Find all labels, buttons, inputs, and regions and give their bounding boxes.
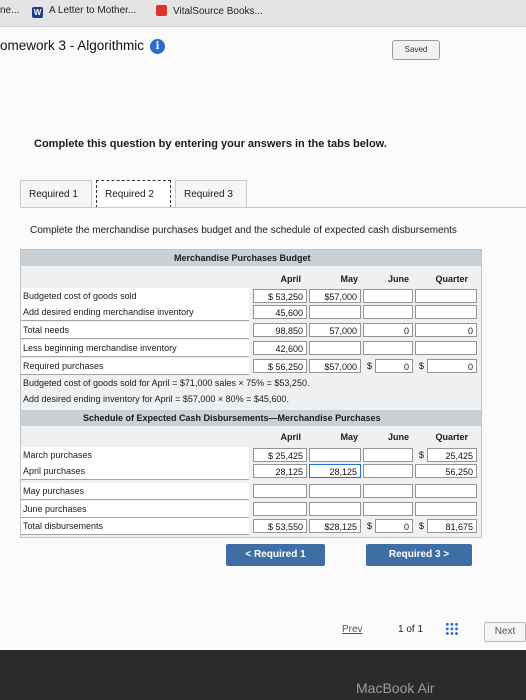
schedule-row-label: April purchases (23, 466, 86, 476)
budget-cell[interactable]: 0 (363, 323, 413, 337)
schedule-cell[interactable] (415, 502, 477, 516)
schedule-cell[interactable] (253, 484, 307, 498)
schedule-cell[interactable]: 28,125 (253, 464, 307, 478)
budget-cell[interactable] (363, 341, 413, 355)
next-required-button[interactable]: Required 3 > (366, 544, 472, 566)
dollar-sign: $ (419, 450, 425, 460)
schedule-row-label: May purchases (23, 486, 85, 496)
budget-cell[interactable]: 0 (415, 323, 477, 337)
budget-cell[interactable]: 0 (375, 359, 413, 373)
budget-cell[interactable]: 0 (427, 359, 477, 373)
schedule-cell[interactable] (309, 448, 361, 462)
budget-row-label: Less beginning merchandise inventory (23, 343, 177, 353)
schedule-cell[interactable] (253, 502, 307, 516)
grid-icon[interactable] (445, 622, 459, 636)
budget-title: Merchandise Purchases Budget (174, 253, 311, 263)
budget-row-label: Add desired ending merchandise inventory (23, 307, 194, 317)
schedule-col-quarter: Quarter (435, 432, 468, 442)
budget-cell[interactable]: 57,000 (309, 323, 361, 337)
schedule-cell[interactable]: 81,675 (427, 519, 477, 533)
budget-col-april: April (280, 274, 301, 284)
budget-row-label: Required purchases (23, 361, 104, 371)
budget-cell[interactable] (363, 289, 413, 303)
budget-table-area: Merchandise Purchases Budget April May J… (20, 249, 482, 538)
saved-indicator: Saved (392, 40, 440, 60)
schedule-cell[interactable] (363, 464, 413, 478)
vitalsource-icon (156, 5, 167, 16)
schedule-cell[interactable] (363, 448, 413, 462)
budget-col-june: June (387, 274, 409, 284)
tab-required-1[interactable]: Required 1 (20, 180, 92, 208)
page-indicator: 1 of 1 (398, 624, 424, 635)
tab-required-3[interactable]: Required 3 (175, 180, 247, 208)
schedule-cell[interactable] (363, 502, 413, 516)
prev-link[interactable]: Prev (342, 624, 363, 635)
budget-cell[interactable]: 98,850 (253, 323, 307, 337)
budget-cell[interactable] (415, 341, 477, 355)
calculation-note: Budgeted cost of goods sold for April = … (23, 378, 310, 388)
device-label: MacBook Air (356, 680, 435, 696)
browser-tab-bar: ne... WA Letter to Mother... VitalSource… (0, 0, 526, 27)
panel-instruction: Complete the merchandise purchases budge… (30, 225, 457, 236)
budget-col-may: May (340, 274, 358, 284)
budget-cell[interactable] (363, 305, 413, 319)
schedule-col-may: May (340, 432, 358, 442)
prev-required-button[interactable]: < Required 1 (226, 544, 325, 566)
tab-required-2[interactable]: Required 2 (96, 180, 171, 208)
budget-col-quarter: Quarter (435, 274, 468, 284)
budget-row-label: Total needs (23, 325, 70, 335)
info-icon[interactable]: i (150, 39, 166, 54)
budget-cell[interactable] (309, 305, 361, 319)
schedule-cell[interactable] (415, 484, 477, 498)
schedule-row-label: June purchases (23, 504, 87, 514)
calculation-note: Add desired ending inventory for April =… (23, 394, 289, 404)
next-button[interactable]: Next (484, 622, 526, 642)
schedule-col-june: June (387, 432, 409, 442)
schedule-cell[interactable]: 25,425 (427, 448, 477, 462)
budget-cell[interactable] (415, 289, 477, 303)
budget-row-label: Budgeted cost of goods sold (23, 291, 137, 301)
word-doc-icon: W (32, 7, 43, 18)
schedule-row-label: Total disbursements (23, 521, 104, 531)
schedule-cell[interactable]: $ 25,425 (253, 448, 307, 462)
schedule-cell[interactable]: $ 53,550 (253, 519, 307, 533)
dollar-sign: $ (419, 361, 425, 371)
homework-title: omework 3 - Algorithmic i (0, 38, 166, 54)
browser-tab-1[interactable]: ne... (0, 5, 19, 16)
dollar-sign: $ (419, 521, 425, 531)
schedule-cell[interactable] (309, 502, 361, 516)
schedule-col-april: April (280, 432, 301, 442)
budget-cell[interactable]: $ 56,250 (253, 359, 307, 373)
schedule-cell[interactable]: $28,125 (309, 519, 361, 533)
budget-cell[interactable]: 42,600 (253, 341, 307, 355)
schedule-cell[interactable]: 0 (375, 519, 413, 533)
schedule-row-label: March purchases (23, 450, 93, 460)
browser-screen: ne... WA Letter to Mother... VitalSource… (0, 0, 526, 650)
budget-cell[interactable]: $57,000 (309, 359, 361, 373)
instruction-text: Complete this question by entering your … (34, 138, 387, 150)
dollar-sign: $ (367, 521, 373, 531)
schedule-title: Schedule of Expected Cash Disbursements—… (83, 413, 381, 423)
budget-cell[interactable] (415, 305, 477, 319)
budget-cell[interactable]: 45,600 (253, 305, 307, 319)
schedule-cell[interactable] (363, 484, 413, 498)
budget-cell[interactable] (309, 341, 361, 355)
schedule-cell[interactable]: 56,250 (415, 464, 477, 478)
budget-cell[interactable]: $57,000 (309, 289, 361, 303)
browser-tab-letter[interactable]: WA Letter to Mother... (32, 5, 136, 18)
schedule-cell[interactable] (309, 484, 361, 498)
browser-tab-vitalsource[interactable]: VitalSource Books... (156, 5, 263, 17)
schedule-cell[interactable]: 28,125 (309, 464, 361, 478)
dollar-sign: $ (367, 361, 373, 371)
budget-cell[interactable]: $ 53,250 (253, 289, 307, 303)
